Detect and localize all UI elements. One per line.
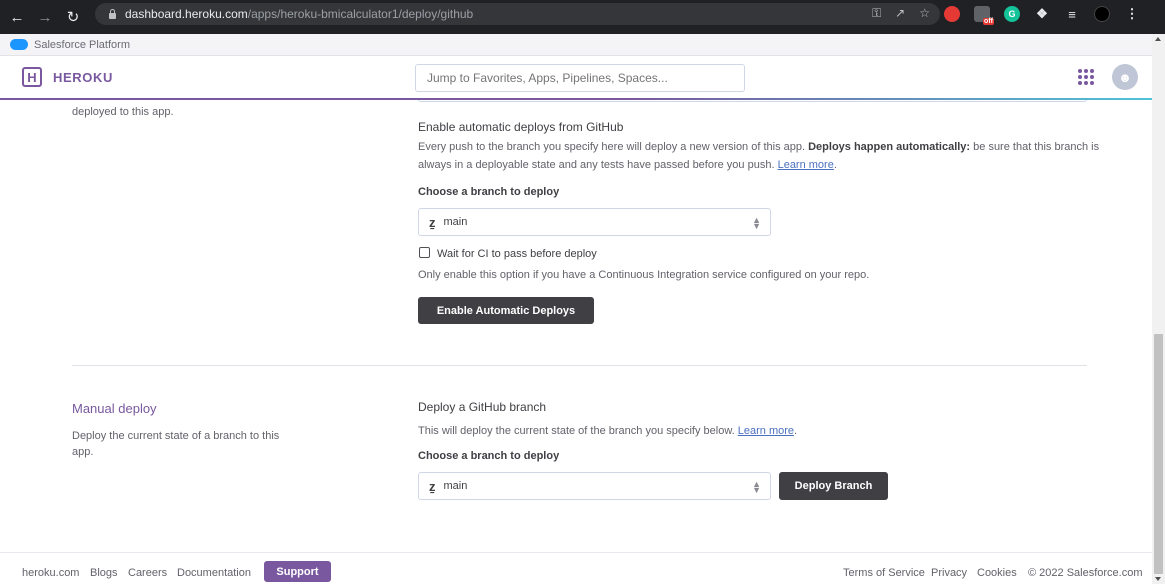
footer-link-heroku[interactable]: heroku.com xyxy=(22,567,79,579)
enable-automatic-deploys-button[interactable]: Enable Automatic Deploys xyxy=(418,297,594,324)
auto-deploy-heading: Enable automatic deploys from GitHub xyxy=(418,120,624,134)
salesforce-platform-label[interactable]: Salesforce Platform xyxy=(34,39,130,51)
heroku-logo-icon[interactable]: H xyxy=(22,67,42,87)
profile-avatar[interactable] xyxy=(1094,6,1110,22)
section-divider xyxy=(72,365,1087,366)
manual-deploy-description: This will deploy the current state of th… xyxy=(418,425,798,437)
git-branch-icon: ẕ xyxy=(429,478,436,494)
wait-for-ci-label[interactable]: Wait for CI to pass before deploy xyxy=(437,248,1127,260)
page-scrollbar[interactable] xyxy=(1152,34,1165,584)
search-input[interactable] xyxy=(415,64,745,92)
auto-deploy-description: Every push to the branch you specify her… xyxy=(418,141,1100,171)
scroll-up-arrow[interactable] xyxy=(1155,37,1161,41)
auto-deploy-choose-label: Choose a branch to deploy xyxy=(418,186,560,198)
extension-off-badge: off xyxy=(983,18,994,25)
user-avatar[interactable]: ☻ xyxy=(1112,64,1138,90)
footer-link-terms[interactable]: Terms of Service xyxy=(843,567,925,579)
select-chevron-icon: ▲ ▼ xyxy=(752,479,761,495)
forward-icon[interactable]: → xyxy=(34,9,56,26)
auto-deploy-learn-more-link[interactable]: Learn more xyxy=(778,159,834,171)
url-domain: dashboard.heroku.com xyxy=(125,7,248,21)
support-button[interactable]: Support xyxy=(264,561,331,582)
footer-link-blogs[interactable]: Blogs xyxy=(90,567,118,579)
puzzle-icon[interactable]: ❖ xyxy=(1034,6,1050,22)
deploy-branch-button[interactable]: Deploy Branch xyxy=(779,472,888,500)
footer-link-cookies[interactable]: Cookies xyxy=(977,567,1017,579)
extension-red-icon[interactable] xyxy=(944,6,960,22)
heroku-header: H HEROKU ☻ xyxy=(0,56,1152,100)
footer-link-documentation[interactable]: Documentation xyxy=(177,567,251,579)
footer-link-privacy[interactable]: Privacy xyxy=(931,567,967,579)
git-branch-icon: ẕ xyxy=(429,214,436,230)
manual-deploy-heading: Deploy a GitHub branch xyxy=(418,400,547,414)
salesforce-bar: Salesforce Platform xyxy=(0,34,1152,56)
wait-for-ci-checkbox[interactable] xyxy=(419,247,430,258)
footer-copyright: © 2022 Salesforce.com xyxy=(1028,567,1143,579)
key-icon[interactable]: ⚿ xyxy=(872,6,881,21)
scroll-down-arrow[interactable] xyxy=(1155,577,1161,581)
address-bar[interactable]: dashboard.heroku.com/apps/heroku-bmicalc… xyxy=(95,3,940,25)
star-icon[interactable]: ☆ xyxy=(919,6,930,21)
browser-toolbar: ← → ↻ dashboard.heroku.com/apps/heroku-b… xyxy=(0,0,1165,34)
manual-deploy-branch-select[interactable]: ẕ main ▲ ▼ xyxy=(418,472,771,500)
ci-note: Only enable this option if you have a Co… xyxy=(418,269,870,281)
deploy-content: deployed to this app. Enable automatic d… xyxy=(0,100,1152,552)
apps-grid-icon[interactable] xyxy=(1078,69,1094,85)
heroku-brand[interactable]: HEROKU xyxy=(53,70,113,85)
reload-icon[interactable]: ↻ xyxy=(62,8,84,26)
scroll-thumb[interactable] xyxy=(1154,334,1163,574)
manual-deploy-title: Manual deploy xyxy=(72,401,157,416)
select-chevron-icon: ▲ ▼ xyxy=(752,215,761,231)
manual-deploy-learn-more-link[interactable]: Learn more xyxy=(738,425,794,437)
extension-off-icon[interactable]: off xyxy=(974,6,994,25)
lock-icon xyxy=(108,9,117,19)
url-path: /apps/heroku-bmicalculator1/deploy/githu… xyxy=(247,7,474,21)
page-footer: heroku.com Blogs Careers Documentation S… xyxy=(0,552,1152,584)
salesforce-cloud-icon xyxy=(10,39,28,50)
grammarly-icon[interactable]: G xyxy=(1004,6,1020,22)
share-icon[interactable]: ↗ xyxy=(895,6,905,21)
repo-search-input-edge[interactable] xyxy=(418,100,1087,102)
auto-deploy-branch-value: main xyxy=(443,216,468,228)
back-icon[interactable]: ← xyxy=(6,9,28,26)
auto-deploy-branch-select[interactable]: ẕ main ▲ ▼ xyxy=(418,208,771,236)
manual-deploy-choose-label: Choose a branch to deploy xyxy=(418,450,560,462)
manual-deploy-side-text: Deploy the current state of a branch to … xyxy=(72,430,280,458)
footer-link-careers[interactable]: Careers xyxy=(128,567,167,579)
auto-deploy-side-text: deployed to this app. xyxy=(72,106,174,118)
more-menu-icon[interactable]: ⋮ xyxy=(1124,6,1140,22)
reading-list-icon[interactable]: ≡ xyxy=(1064,6,1080,22)
manual-deploy-branch-value: main xyxy=(443,480,468,492)
